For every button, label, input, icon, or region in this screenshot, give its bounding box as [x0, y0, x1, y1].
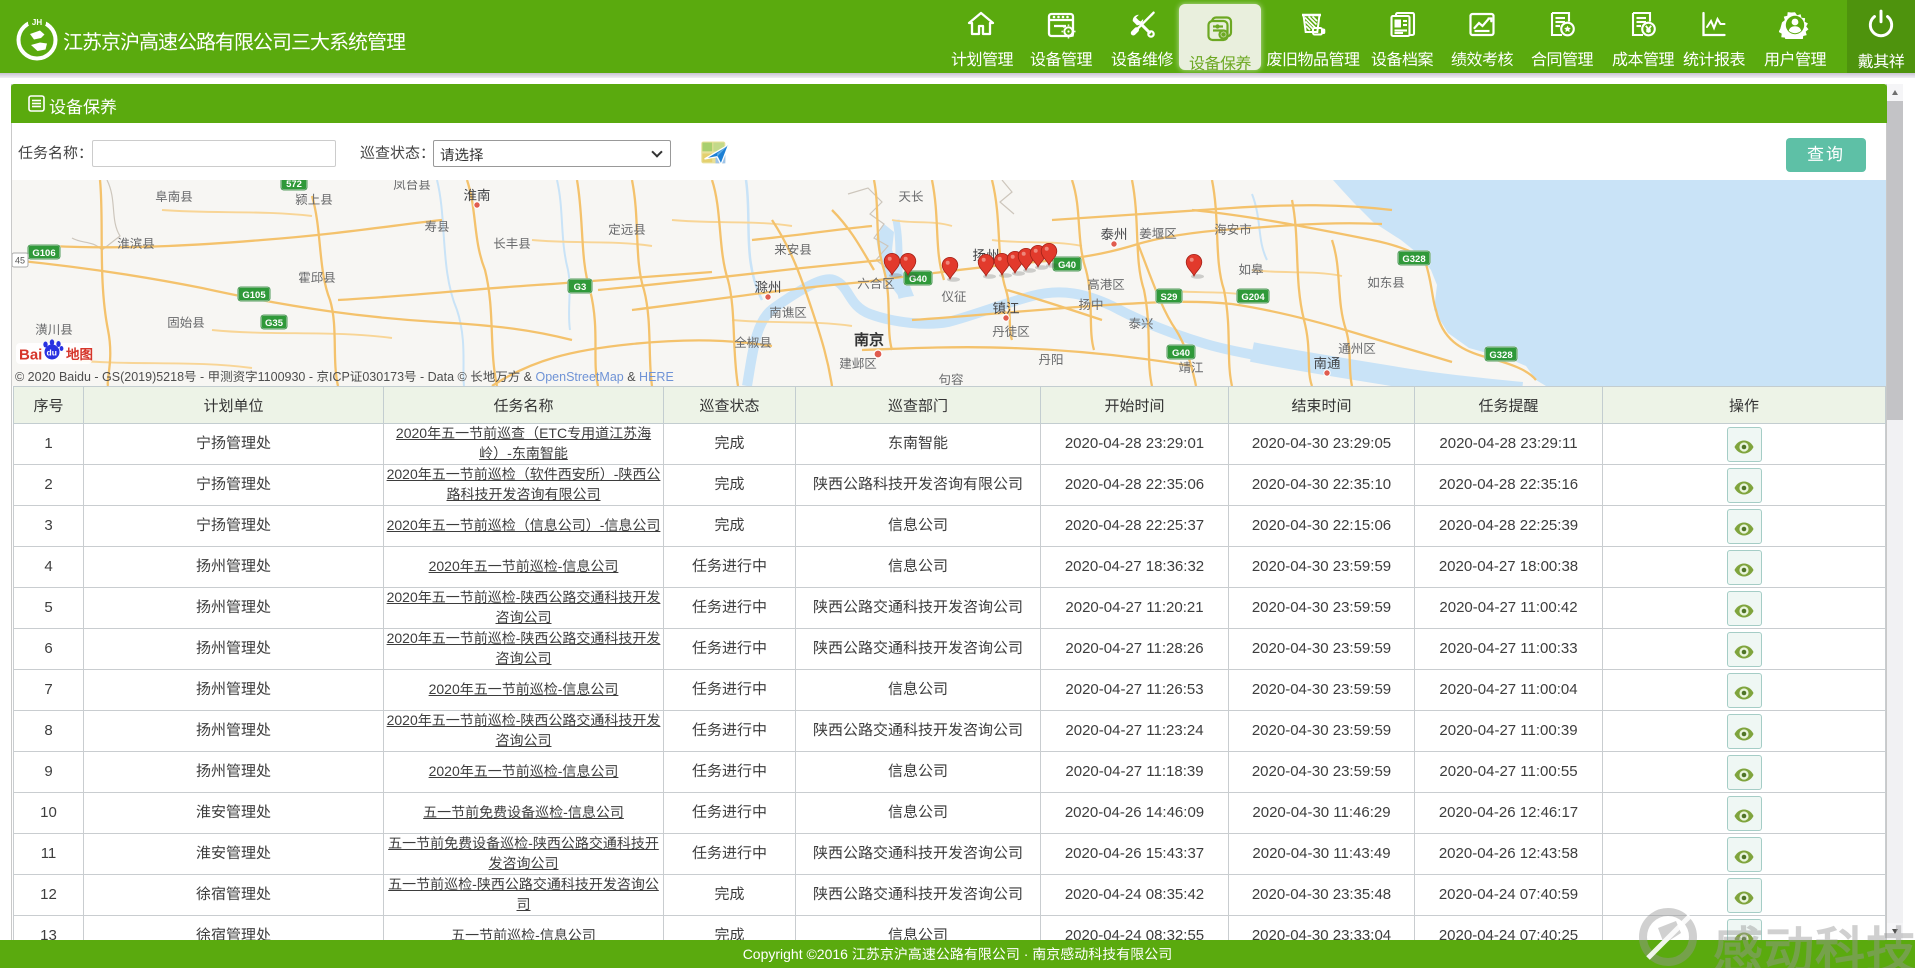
- svg-text:泰兴: 泰兴: [1128, 317, 1153, 331]
- svg-text:G35: G35: [265, 318, 284, 329]
- svg-text:如东县: 如东县: [1367, 276, 1405, 290]
- svg-text:六合区: 六合区: [857, 277, 895, 291]
- svg-text:高港区: 高港区: [1087, 278, 1125, 292]
- svg-text:定远县: 定远县: [608, 223, 646, 237]
- svg-text:丹徒区: 丹徒区: [992, 325, 1030, 339]
- svg-text:du: du: [47, 348, 57, 358]
- svg-text:丹阳: 丹阳: [1038, 353, 1063, 367]
- svg-text:句容: 句容: [938, 373, 963, 386]
- svg-text:572: 572: [286, 180, 302, 190]
- svg-text:南谯区: 南谯区: [769, 306, 807, 320]
- svg-text:镇江: 镇江: [993, 301, 1020, 316]
- svg-text:G204: G204: [1241, 292, 1265, 303]
- svg-text:建邺区: 建邺区: [839, 357, 877, 371]
- svg-text:潢川县: 潢川县: [35, 323, 73, 337]
- svg-text:霍邱县: 霍邱县: [298, 271, 336, 285]
- svg-text:靖江: 靖江: [1178, 361, 1203, 375]
- svg-text:泰州: 泰州: [1101, 227, 1128, 242]
- svg-text:地图: 地图: [66, 347, 93, 362]
- svg-text:如皋: 如皋: [1238, 263, 1264, 277]
- svg-text:滁州: 滁州: [755, 280, 782, 295]
- svg-text:南京: 南京: [854, 331, 884, 349]
- svg-text:长丰县: 长丰县: [493, 237, 531, 251]
- svg-text:45: 45: [15, 256, 25, 266]
- svg-text:全椒县: 全椒县: [734, 336, 772, 350]
- svg-text:颍上县: 颍上县: [295, 193, 333, 207]
- svg-text:淮滨县: 淮滨县: [117, 237, 155, 251]
- svg-text:阜南县: 阜南县: [155, 190, 193, 204]
- svg-text:固始县: 固始县: [167, 316, 205, 330]
- svg-text:凤台县: 凤台县: [393, 180, 431, 192]
- svg-text:© 2020 Baidu - GS(2019)5218号 -: © 2020 Baidu - GS(2019)5218号 - 甲测资字11009…: [15, 370, 674, 384]
- svg-text:G105: G105: [242, 290, 266, 301]
- svg-text:G328: G328: [1489, 350, 1512, 361]
- svg-text:G106: G106: [32, 248, 55, 259]
- svg-text:扬中: 扬中: [1078, 298, 1103, 312]
- svg-text:来安县: 来安县: [774, 243, 812, 257]
- svg-text:S29: S29: [1161, 292, 1178, 303]
- svg-text:通州区: 通州区: [1338, 342, 1376, 356]
- svg-text:JH: JH: [32, 18, 42, 27]
- svg-text:G328: G328: [1402, 254, 1425, 265]
- svg-text:天长: 天长: [898, 190, 924, 204]
- svg-text:姜堰区: 姜堰区: [1139, 227, 1177, 241]
- svg-text:寿县: 寿县: [424, 220, 449, 234]
- svg-text:海安市: 海安市: [1214, 223, 1252, 237]
- svg-text:南通: 南通: [1314, 356, 1342, 371]
- svg-text:G40: G40: [1172, 348, 1190, 359]
- svg-text:Bai: Bai: [19, 347, 42, 364]
- svg-text:淮南: 淮南: [464, 188, 491, 203]
- svg-text:G40: G40: [1058, 260, 1076, 271]
- svg-text:G3: G3: [574, 282, 587, 293]
- svg-text:仪征: 仪征: [941, 290, 967, 304]
